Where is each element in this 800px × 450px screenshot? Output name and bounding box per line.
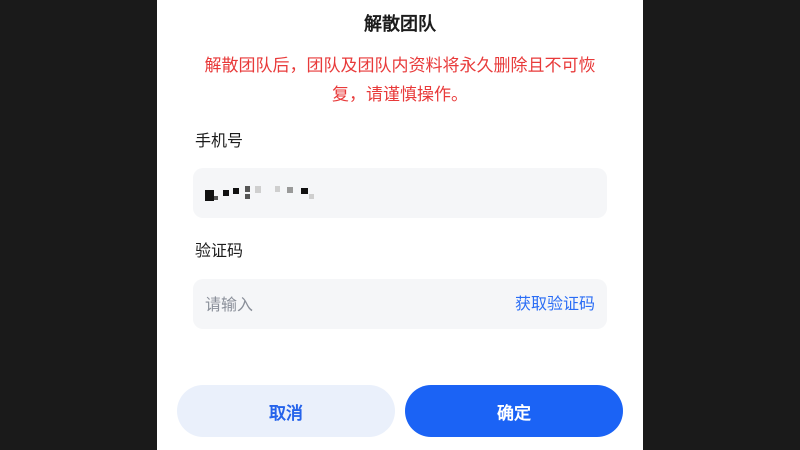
- get-code-button[interactable]: 获取验证码: [515, 279, 595, 329]
- dialog-title: 解散团队: [364, 14, 436, 35]
- warning-message: 解散团队后，团队及团队内资料将永久删除且不可恢复，请谨慎操作。: [204, 56, 596, 105]
- phone-field: [193, 168, 607, 218]
- screen: 解散团队 解散团队后，团队及团队内资料将永久删除且不可恢复，请谨慎操作。 手机号…: [0, 0, 800, 450]
- confirm-button[interactable]: 确定: [405, 385, 623, 437]
- phone-label: 手机号: [195, 131, 244, 150]
- code-label: 验证码: [195, 241, 244, 260]
- masked-phone-number: [205, 184, 325, 202]
- cancel-button[interactable]: 取消: [177, 385, 395, 437]
- verification-code-input[interactable]: [205, 279, 465, 329]
- verification-code-field: 获取验证码: [193, 279, 607, 329]
